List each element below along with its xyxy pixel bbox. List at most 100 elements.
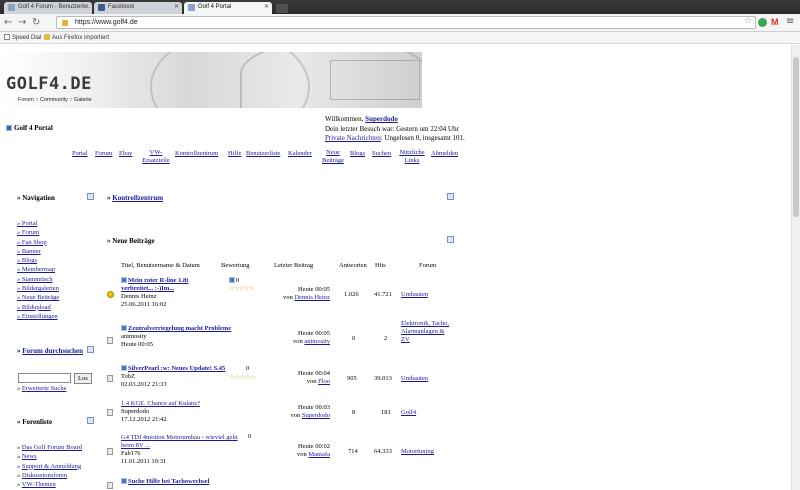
back-arrow-icon[interactable]: ← [4,17,12,28]
nav-abmelden[interactable]: Abmelden [431,150,458,158]
site-banner[interactable]: GOLF4.DE Forum :: Community :: Galerie [0,52,422,108]
column-header-title[interactable]: Titel, Benutzername & Datum [121,262,200,270]
collapse-icon[interactable] [87,417,94,424]
address-bar-url: https://www.golf4.de [75,19,138,26]
thread-status-icon [107,482,113,489]
thread-title-link[interactable]: Mein roter R-line 1.8t verbreitet... :-)… [121,277,188,292]
nav-kontrollzentrum[interactable]: Kontrollzentrum [175,150,218,158]
advanced-search-link[interactable]: Erweiterte Suche [22,385,67,392]
sidebar-item-fan-shop[interactable]: » Fan Shop [17,239,47,246]
nav-forum[interactable]: Forum [95,150,112,158]
tab-close-icon[interactable]: ✕ [84,3,89,10]
nav-nuetzliche-links[interactable]: Nützliche Links [397,149,427,165]
site-logo: GOLF4.DE [6,74,92,94]
kontrollzentrum-link[interactable]: Kontrollzentrum [112,194,163,202]
rating-count: 0 [246,365,250,372]
gmail-icon[interactable]: M [771,17,779,28]
extension-icon[interactable] [758,18,767,27]
last-post-cell: Heute 00:03 von Superdodo [282,404,330,420]
sidebar-item-banner[interactable]: » Banner [17,248,41,255]
sidebar-item-bildergalerien[interactable]: » Bildergalerien [17,285,59,292]
forum-link[interactable]: Das Golf Forum Board [22,444,82,451]
forum-cell: Elektronik, Tacho, Alarmanlagen & ZV [401,320,451,344]
forum-link[interactable]: Umbauten [401,291,428,298]
sidebar-item-blogs[interactable]: » Blogs [17,257,37,264]
tab-favicon-icon [188,4,195,11]
page-scrollbar[interactable] [791,45,800,490]
username-link[interactable]: Superdodo [365,115,398,123]
answers-count: 905 [347,375,357,382]
nav-portal[interactable]: Portal [72,150,88,158]
tab-close-icon[interactable]: ✕ [174,3,179,10]
last-post-user-link[interactable]: Floo [318,378,330,385]
forum-link[interactable]: VW-Themen [22,481,56,488]
forum-link[interactable]: Umbauten [401,375,428,382]
new-tab-button[interactable] [276,4,288,13]
rating-stars-icon: ☆☆☆☆☆ [229,374,256,381]
last-post-user-link[interactable]: animosity [304,338,330,345]
tab-golf4-portal[interactable]: Golf 4 Portal ✕ [184,2,272,14]
last-post-user-link[interactable]: Superdodo [302,412,330,419]
forum-link[interactable]: Diskussionsforen [22,472,67,479]
forum-link[interactable]: Motortuning [401,448,434,455]
sidebar-item-forum[interactable]: » Forum [17,229,39,236]
collapse-icon[interactable] [447,236,454,243]
tab-favicon-icon [8,4,15,11]
sidebar-item-stammtisch[interactable]: » Stammtisch [17,276,53,283]
sidebar-item-membermap[interactable]: » Membermap [17,266,55,273]
thread-status-icon [107,409,113,416]
forum-link[interactable]: Golf4 [401,409,416,416]
column-header-answers[interactable]: Antworten [339,262,367,270]
nav-blogs[interactable]: Blogs [350,150,365,158]
nav-ebay[interactable]: Ebay [119,150,132,158]
tab-facebook[interactable]: Facebook ✕ [94,2,182,14]
ssl-lock-icon[interactable] [62,20,68,26]
forum-link[interactable]: News [22,453,37,460]
sidebar-item-bildupload[interactable]: » Bildupload [17,304,51,311]
menu-icon[interactable]: ≡ [786,16,794,27]
bookmark-folder-firefox[interactable]: Aus Firefox importiert [44,34,109,41]
tab-golf4-forum[interactable]: Golf 4 Forum - Benutzerk... ✕ [4,2,92,14]
bookmark-speed-dial[interactable]: Speed Dial [4,34,41,41]
thread-title-link[interactable]: G4 TDI 4motion Motorumbau - wieviel geht… [121,434,238,449]
search-go-button[interactable]: Los [74,373,92,384]
forum-link[interactable]: Elektronik, Tacho, Alarmanlagen & ZV [401,320,449,343]
forward-arrow-icon[interactable]: → [18,17,26,28]
reload-icon[interactable]: ↻ [32,17,40,28]
von-label: von [296,451,307,458]
thread-date: 02.03.2012 21:33 [121,381,167,388]
last-post-user-link[interactable]: Mantafa [308,451,330,458]
thread-title-link[interactable]: SilverPearl :w: Neues Update! S.45 [128,365,225,372]
nav-vw-ersatzteile[interactable]: VW-Ersatzteile [140,149,172,165]
sidebar-item-einstellungen[interactable]: » Einstellungen [17,313,58,320]
last-post-user-link[interactable]: Dennis Heinz [294,294,330,301]
thread-title-link[interactable]: Zentralverriegelung macht Probleme [128,325,231,332]
table-row: G4 TDI 4motion Motorumbau - wieviel geht… [121,434,251,466]
collapse-icon[interactable] [87,193,94,200]
nav-benutzerliste[interactable]: Benutzerliste [246,150,280,158]
navigation-heading: » Navigation [17,194,55,202]
forum-search-link[interactable]: Forum durchsuchen [22,347,83,355]
scrollbar-thumb[interactable] [793,57,799,217]
address-bar[interactable]: https://www.golf4.de [56,16,756,29]
column-header-rating[interactable]: Bewertung [221,262,250,270]
forum-link[interactable]: Support & Anmeldung [22,463,81,470]
thread-title-link[interactable]: Suche Hilfe bei Tachowechsel [128,478,209,485]
nav-hilfe[interactable]: Hilfe [228,150,241,158]
column-header-hits[interactable]: Hits [375,262,386,270]
nav-kalender[interactable]: Kalender [288,150,312,158]
tab-close-icon[interactable]: ✕ [264,3,269,10]
column-header-last-post[interactable]: Letzter Beitrag [274,262,313,270]
column-header-forum[interactable]: Forum [419,262,436,270]
private-messages-link[interactable]: Private Nachrichten [325,134,381,142]
nav-neue-beitraege[interactable]: Neue Beiträge [320,149,346,165]
search-input[interactable] [18,373,71,383]
bookmark-star-icon[interactable]: ☆ [744,16,752,27]
collapse-icon[interactable] [87,346,94,353]
sidebar-item-neue-beitraege[interactable]: » Neue Beiträge [17,294,59,301]
nav-suchen[interactable]: Suchen [372,150,391,158]
thread-title-link[interactable]: 1.4 KGE. Chance auf Kulanz? [121,400,200,407]
sidebar-item-portal[interactable]: » Portal [17,220,37,227]
collapse-icon[interactable] [447,193,454,200]
last-visit-text: Dein letzter Besuch war: Gestern um 22:0… [325,124,459,133]
